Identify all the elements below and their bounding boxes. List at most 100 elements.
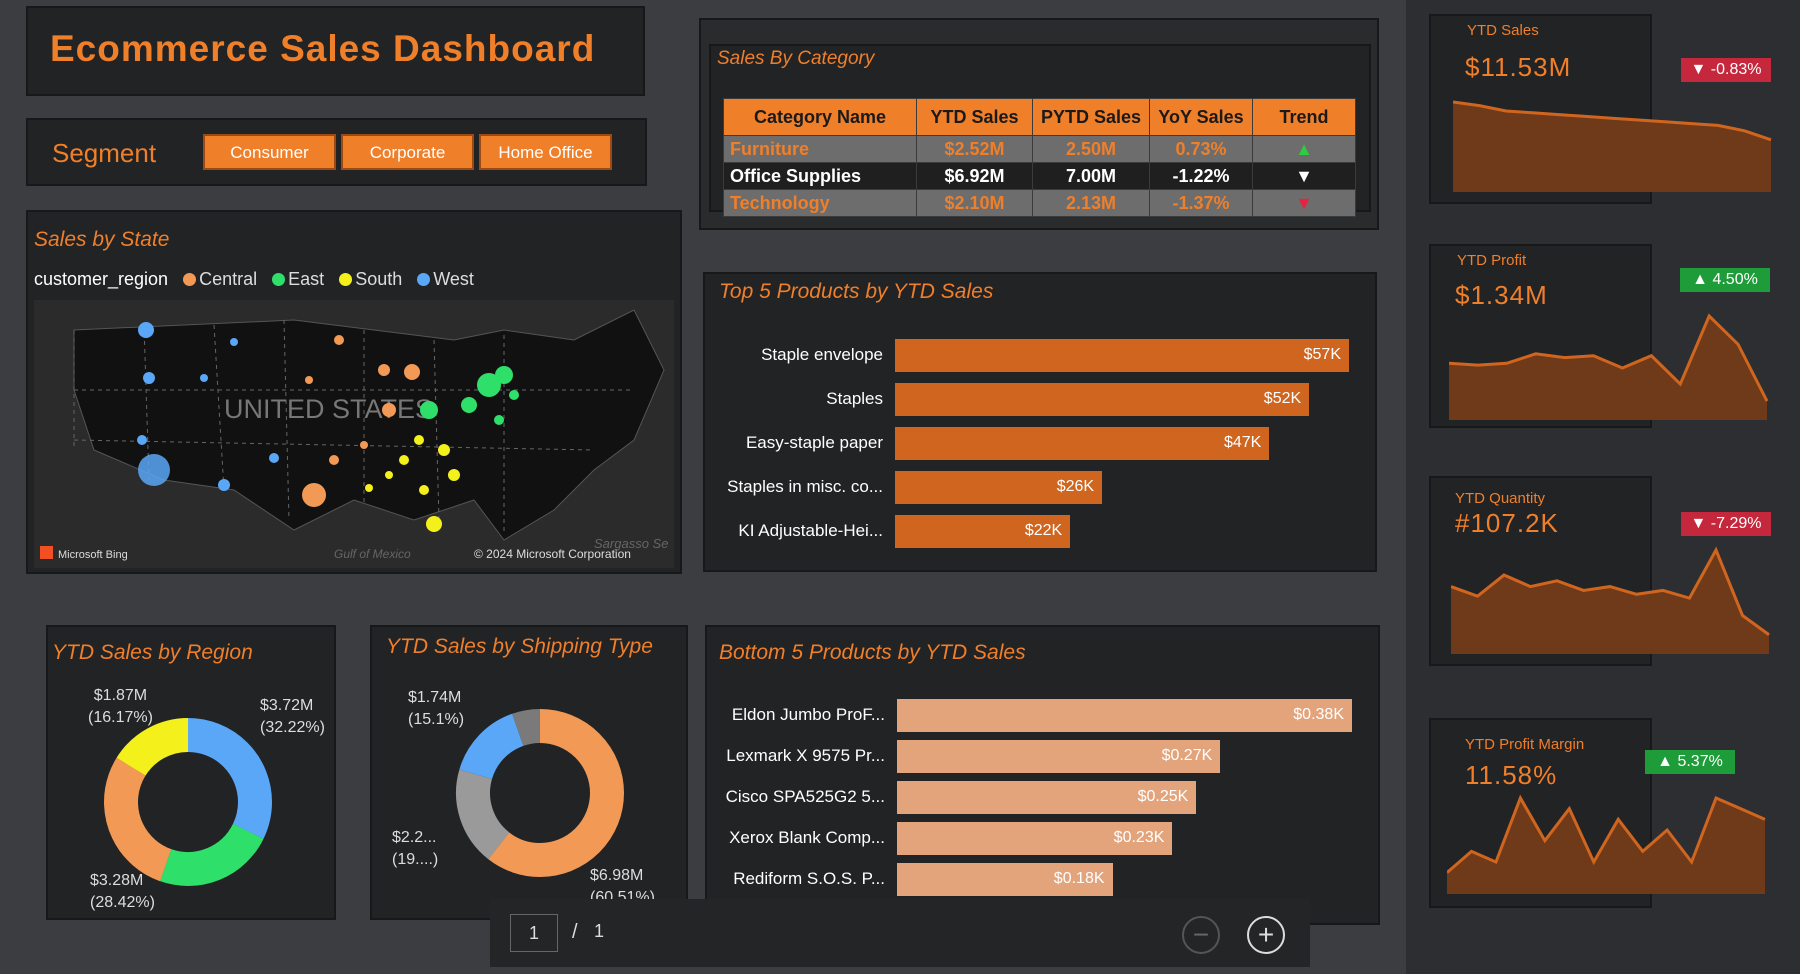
shipping-donut-panel: YTD Sales by Shipping Type $1.74M (15.1%)… [370, 625, 688, 920]
page-total: 1 [594, 921, 605, 941]
segment-corporate-button[interactable]: Corporate [341, 134, 474, 170]
bar[interactable]: $52K [895, 383, 1310, 416]
kpi-change-badge: ▲ 5.37% [1645, 750, 1735, 774]
category-table-header: Category Name YTD Sales PYTD Sales YoY S… [723, 98, 1356, 136]
bar[interactable]: $47K [895, 427, 1270, 460]
bar-label: Staple envelope [761, 345, 883, 364]
page-number-input[interactable]: 1 [510, 914, 558, 952]
legend-central[interactable]: Central [183, 269, 257, 290]
bar-value-label: $0.27K [1161, 747, 1213, 764]
table-row[interactable]: Furniture $2.52M 2.50M 0.73% ▲ [723, 135, 1356, 163]
segment-slicer: Segment Consumer Corporate Home Office [26, 118, 647, 186]
kpi-label: YTD Sales [1467, 22, 1539, 39]
col-ytd-sales[interactable]: YTD Sales [916, 98, 1033, 136]
bar-label: Rediform S.O.S. P... [733, 869, 885, 888]
sales-by-category-inner: Sales By Category Category Name YTD Sale… [709, 44, 1371, 217]
pytd-sales-value: 2.50M [1032, 135, 1150, 163]
legend-east-label: East [288, 269, 325, 289]
bar-value-label: $57K [1303, 346, 1341, 363]
bar[interactable]: $0.25K [897, 781, 1197, 814]
shipping-label-blue: $1.74M (15.1%) [408, 689, 465, 728]
yoy-sales-value: -1.22% [1149, 162, 1253, 190]
us-map[interactable]: UNITED STATES Microsoft Bing Gulf of Mex… [34, 300, 674, 568]
region-donut[interactable] [98, 712, 278, 892]
map-legend: customer_region Central East South West [34, 269, 474, 290]
bar-label: Cisco SPA525G2 5... [725, 787, 885, 806]
kpi-value: #107.2K [1455, 508, 1559, 538]
kpi-label: YTD Profit [1457, 252, 1527, 269]
bar[interactable]: $0.27K [897, 740, 1221, 773]
page-separator: / [572, 921, 578, 943]
bar[interactable]: $57K [895, 339, 1349, 372]
sales-by-state-title: Sales by State [34, 228, 170, 251]
kpi-ytd-profit: YTD Profit $1.34M ▲ 4.50% [1429, 244, 1770, 428]
gulf-label: Gulf of Mexico [334, 547, 411, 561]
zoom-out-icon[interactable]: − [1182, 916, 1220, 954]
region-donut-title: YTD Sales by Region [52, 641, 253, 664]
bar-value-label: $0.38K [1293, 706, 1344, 723]
col-trend[interactable]: Trend [1252, 98, 1356, 136]
legend-south[interactable]: South [339, 269, 402, 290]
bar[interactable]: $22K [895, 515, 1071, 548]
region-label-west: $3.72M (32.22%) [260, 697, 325, 736]
bar-value-label: $26K [1056, 478, 1095, 495]
kpi-value: $11.53M [1465, 52, 1572, 82]
sales-by-category-panel: Sales By Category Category Name YTD Sale… [699, 18, 1379, 230]
south-dot-icon [339, 273, 353, 286]
bar-label: KI Adjustable-Hei... [738, 521, 883, 540]
shipping-donut[interactable] [450, 703, 630, 883]
bar-label: Staples [826, 389, 883, 408]
bar[interactable]: $0.38K [897, 699, 1352, 732]
legend-central-label: Central [199, 269, 258, 289]
col-category-name[interactable]: Category Name [723, 98, 917, 136]
segment-consumer-button[interactable]: Consumer [203, 134, 336, 170]
bar[interactable]: $0.18K [897, 863, 1113, 896]
bar[interactable]: $26K [895, 471, 1103, 504]
kpi-ytd-profit-margin: YTD Profit Margin 11.58% ▲ 5.37% [1429, 718, 1766, 908]
bing-logo-icon [40, 546, 53, 559]
kpi-ytd-sales: YTD Sales $11.53M ▼ -0.83% [1429, 14, 1772, 204]
ytd-sales-value: $2.52M [916, 135, 1033, 163]
table-row[interactable]: Office Supplies $6.92M 7.00M -1.22% ▼ [723, 162, 1356, 190]
title-panel: Ecommerce Sales Dashboard [26, 6, 645, 96]
kpi-label: YTD Profit Margin [1465, 736, 1585, 753]
zoom-in-icon[interactable]: + [1247, 916, 1285, 954]
sales-by-category-title: Sales By Category [717, 48, 875, 69]
kpi-change-badge: ▼ -7.29% [1681, 512, 1771, 536]
trend-down-icon: ▼ [1252, 162, 1356, 190]
ytd-sales-value: $2.10M [916, 189, 1033, 217]
col-pytd-sales[interactable]: PYTD Sales [1032, 98, 1150, 136]
sales-by-state-panel: Sales by State customer_region Central E… [26, 210, 682, 574]
kpi-ytd-quantity: YTD Quantity #107.2K ▼ -7.29% [1429, 476, 1771, 666]
table-row[interactable]: Technology $2.10M 2.13M -1.37% ▼ [723, 189, 1356, 217]
sparkline-area [1449, 316, 1767, 420]
top5-title: Top 5 Products by YTD Sales [719, 280, 994, 303]
ytd-sales-value: $6.92M [916, 162, 1033, 190]
bing-label: Microsoft Bing [58, 549, 128, 561]
category-name: Office Supplies [723, 162, 917, 190]
legend-south-label: South [355, 269, 403, 289]
segment-home-office-button[interactable]: Home Office [479, 134, 612, 170]
kpi-change-badge: ▲ 4.50% [1680, 268, 1770, 292]
trend-down-icon: ▼ [1252, 189, 1356, 217]
sparkline-area [1453, 102, 1771, 192]
kpi-sparkline [1453, 100, 1772, 192]
legend-east[interactable]: East [272, 269, 324, 290]
central-dot-icon [183, 273, 197, 286]
col-yoy-sales[interactable]: YoY Sales [1149, 98, 1253, 136]
region-label-south: $1.87M (16.17%) [88, 687, 153, 726]
yoy-sales-value: -1.37% [1149, 189, 1253, 217]
legend-field: customer_region [34, 269, 169, 289]
bar-label: Staples in misc. co... [727, 477, 883, 496]
region-label-central: $3.28M (28.42%) [90, 872, 155, 911]
bottom5-products-panel: Bottom 5 Products by YTD Sales Eldon Jum… [705, 625, 1380, 925]
bar-value-label: $0.25K [1137, 788, 1189, 805]
bar-label: Easy-staple paper [745, 433, 883, 452]
legend-west[interactable]: West [417, 269, 474, 290]
kpi-sparkline [1449, 313, 1769, 420]
kpi-sparkline [1447, 794, 1766, 894]
region-donut-panel: YTD Sales by Region $1.87M (16.17%) $3.72… [46, 625, 336, 920]
bar[interactable]: $0.23K [897, 822, 1173, 855]
west-dot-icon [417, 273, 431, 286]
bar-value-label: $0.23K [1113, 829, 1165, 846]
